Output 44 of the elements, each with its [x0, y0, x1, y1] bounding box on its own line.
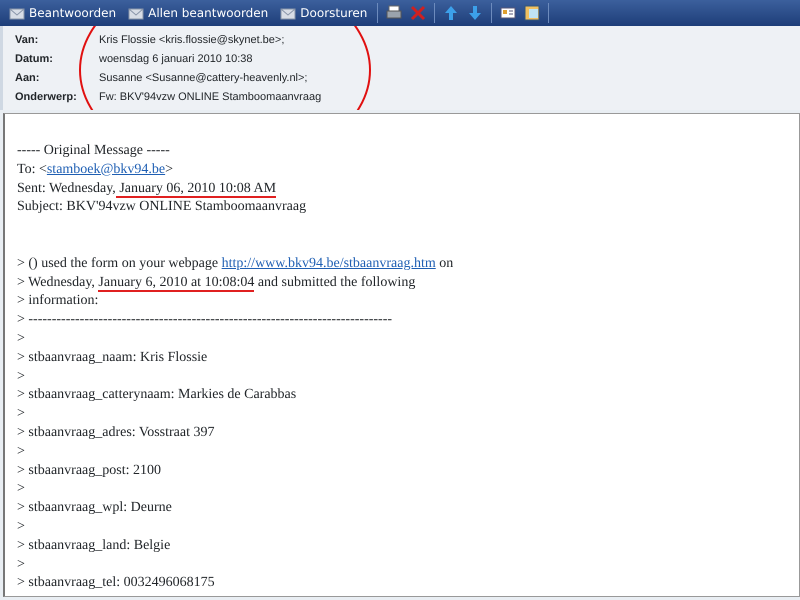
toolbar-button[interactable]: Doorsturen — [275, 2, 372, 24]
body-line: > — [17, 368, 26, 386]
body-line: Sent: Wednesday, January 06, 2010 10:08 AM — [17, 180, 278, 198]
envelope-icon — [128, 6, 144, 20]
body-line: > — [17, 480, 26, 498]
toolbar-button[interactable]: Beantwoorden — [4, 2, 122, 24]
calendar-icon — [524, 5, 540, 21]
email-link[interactable]: http://www.bkv94.be/stbaanvraag.htm — [222, 256, 436, 271]
body-line: > — [17, 330, 26, 348]
body-line: > () used the form on your webpage http://www.bkv94.be/stbaanvraag.htm on — [17, 254, 454, 273]
arrow-up-icon — [443, 5, 460, 21]
envelope-icon — [280, 6, 296, 20]
contact-card-icon — [500, 5, 516, 21]
body-line: > stbaanvraag_naam: Kris Flossie — [17, 348, 208, 367]
body-line: > — [17, 518, 26, 536]
body-line: > stbaanvraag_catterynaam: Markies de Carabbas — [17, 386, 298, 404]
body-line: > — [17, 405, 26, 424]
print-icon — [386, 5, 402, 21]
body-line: > stbaanvraag_tel: 0032496068175 — [17, 574, 216, 592]
body-line: > stbaanvraag_land: Belgie — [17, 536, 172, 555]
field-value: Susanne <Susanne@cattery-heavenly.nl>; — [99, 71, 308, 86]
field-value: Fw: BKV'94vzw ONLINE Stamboomaanvraag — [99, 90, 322, 106]
field-label: Van: — [15, 33, 40, 48]
body-line: > stbaanvraag_wpl: Deurne — [17, 499, 173, 518]
body-line: > — [17, 442, 26, 461]
field-value: woensdag 6 januari 2010 10:38 — [99, 52, 253, 68]
envelope-icon — [9, 6, 25, 20]
field-value: Kris Flossie <kris.flossie@skynet.be>; — [99, 33, 284, 48]
field-label: Onderwerp: — [15, 90, 78, 106]
body-line: > Wednesday, January 6, 2010 at 10:08:04 and submitted the following — [17, 274, 416, 292]
body-line: To: <stamboek@bkv94.be> — [17, 160, 174, 179]
field-label: Datum: — [15, 52, 54, 68]
arrow-down-icon — [467, 5, 484, 21]
body-line: > ------------------------------------------------------------------------------ — [17, 311, 394, 330]
delete-icon — [410, 5, 426, 21]
body-line: > stbaanvraag_post: 2100 — [17, 462, 162, 480]
body-line: > stbaanvraag_adres: Vosstraat 397 — [17, 424, 216, 442]
email-link[interactable]: stamboek@bkv94.be — [46, 162, 166, 177]
field-label: Aan: — [15, 71, 40, 86]
body-line: > — [17, 556, 26, 574]
toolbar-button[interactable]: Allen beantwoorden — [123, 2, 274, 24]
body-line: Subject: BKV'94vzw ONLINE Stamboomaanvraag — [17, 198, 308, 216]
body-line: ----- Original Message ----- — [17, 142, 171, 160]
body-line: > information: — [17, 292, 100, 310]
